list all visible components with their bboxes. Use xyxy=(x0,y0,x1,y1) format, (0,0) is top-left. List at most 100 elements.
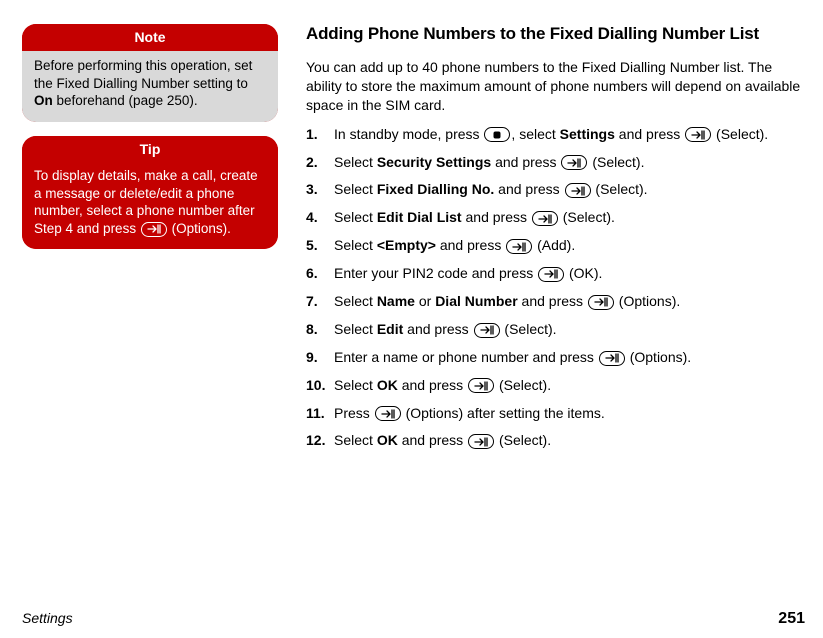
step-text: Select xyxy=(334,154,377,170)
step-bold: Fixed Dialling No. xyxy=(377,181,494,197)
step-item: 8. Select Edit and press (Select). xyxy=(306,320,807,339)
step-item: 5. Select <Empty> and press (Add). xyxy=(306,236,807,255)
softkey-icon xyxy=(588,295,614,310)
step-text: Select xyxy=(334,321,377,337)
page-footer: Settings 251 xyxy=(22,610,805,628)
step-text: and press xyxy=(398,432,467,448)
step-item: 11. Press (Options) after setting the ite… xyxy=(306,404,807,423)
softkey-icon xyxy=(375,406,401,421)
step-text: Select xyxy=(334,181,377,197)
step-number: 5. xyxy=(306,236,318,255)
step-number: 1. xyxy=(306,125,318,144)
note-callout: Note Before performing this operation, s… xyxy=(22,24,278,122)
step-number: 4. xyxy=(306,208,318,227)
step-item: 12. Select OK and press (Select). xyxy=(306,431,807,450)
softkey-icon xyxy=(506,239,532,254)
step-item: 2. Select Security Settings and press (Se… xyxy=(306,153,807,172)
step-bold: Security Settings xyxy=(377,154,491,170)
center-key-icon xyxy=(484,127,510,142)
softkey-icon xyxy=(141,222,167,237)
step-text: and press xyxy=(398,377,467,393)
softkey-icon xyxy=(561,155,587,170)
step-item: 7.Select Name or Dial Number and press (… xyxy=(306,292,807,311)
step-bold: Edit xyxy=(377,321,403,337)
step-text: Select xyxy=(334,432,377,448)
softkey-icon xyxy=(468,378,494,393)
step-number: 10. xyxy=(306,376,325,395)
note-text-pre: Before performing this operation, set th… xyxy=(34,58,252,91)
page-content: Note Before performing this operation, s… xyxy=(0,0,823,459)
step-text: (Options). xyxy=(615,293,680,309)
step-text: and press xyxy=(491,154,560,170)
step-text: (Select). xyxy=(712,126,768,142)
step-item: 1. In standby mode, press , select Settin… xyxy=(306,125,807,144)
softkey-icon xyxy=(599,351,625,366)
step-item: 9. Enter a name or phone number and press… xyxy=(306,348,807,367)
step-text: In standby mode, press xyxy=(334,126,483,142)
softkey-icon xyxy=(474,323,500,338)
step-bold: Name xyxy=(377,293,415,309)
step-text: (Select). xyxy=(495,432,551,448)
step-text: (Options) after setting the items. xyxy=(402,405,605,421)
step-bold: Dial Number xyxy=(435,293,517,309)
tip-title: Tip xyxy=(22,136,278,163)
softkey-icon xyxy=(565,183,591,198)
page-heading: Adding Phone Numbers to the Fixed Dialli… xyxy=(306,24,807,44)
step-text: (Select). xyxy=(588,154,644,170)
step-text: (Select). xyxy=(559,209,615,225)
step-number: 9. xyxy=(306,348,318,367)
step-text: Press xyxy=(334,405,374,421)
step-text: and press xyxy=(403,321,472,337)
step-number: 7. xyxy=(306,292,318,311)
step-bold: OK xyxy=(377,377,398,393)
step-text: Enter a name or phone number and press xyxy=(334,349,598,365)
step-text: (Options). xyxy=(626,349,691,365)
step-bold: Settings xyxy=(560,126,615,142)
softkey-icon xyxy=(685,127,711,142)
note-text-post: beforehand (page 250). xyxy=(53,93,198,108)
step-text: and press xyxy=(462,209,531,225)
step-text: Select xyxy=(334,209,377,225)
footer-page-number: 251 xyxy=(778,610,805,628)
step-number: 6. xyxy=(306,264,318,283)
step-text: Enter your PIN2 code and press xyxy=(334,265,537,281)
softkey-icon xyxy=(468,434,494,449)
note-title: Note xyxy=(22,24,278,51)
step-text: and press xyxy=(518,293,587,309)
steps-list: 1. In standby mode, press , select Settin… xyxy=(306,125,807,451)
step-item: 4. Select Edit Dial List and press (Selec… xyxy=(306,208,807,227)
step-text: Select xyxy=(334,377,377,393)
step-text: and press xyxy=(615,126,684,142)
step-number: 8. xyxy=(306,320,318,339)
step-number: 11. xyxy=(306,404,325,423)
step-number: 2. xyxy=(306,153,318,172)
step-text: Select xyxy=(334,237,377,253)
tip-callout: Tip To display details, make a call, cre… xyxy=(22,136,278,249)
footer-section: Settings xyxy=(22,610,73,626)
step-bold: OK xyxy=(377,432,398,448)
intro-paragraph: You can add up to 40 phone numbers to th… xyxy=(306,58,807,115)
note-body: Before performing this operation, set th… xyxy=(22,51,278,122)
step-number: 3. xyxy=(306,180,318,199)
softkey-icon xyxy=(538,267,564,282)
step-text: (Select). xyxy=(495,377,551,393)
step-text: (Add). xyxy=(533,237,575,253)
step-item: 3. Select Fixed Dialling No. and press (S… xyxy=(306,180,807,199)
step-text: (Select). xyxy=(592,181,648,197)
step-bold: <Empty> xyxy=(377,237,436,253)
step-item: 10. Select OK and press (Select). xyxy=(306,376,807,395)
step-text: Select xyxy=(334,293,377,309)
step-text: (Select). xyxy=(501,321,557,337)
step-item: 6. Enter your PIN2 code and press (OK). xyxy=(306,264,807,283)
step-text: , select xyxy=(511,126,559,142)
main-content: Adding Phone Numbers to the Fixed Dialli… xyxy=(306,24,813,459)
tip-body: To display details, make a call, create … xyxy=(22,163,278,249)
sidebar: Note Before performing this operation, s… xyxy=(22,24,278,459)
step-text: and press xyxy=(494,181,563,197)
softkey-icon xyxy=(532,211,558,226)
step-text: (OK). xyxy=(565,265,602,281)
step-bold: Edit Dial List xyxy=(377,209,462,225)
step-text: and press xyxy=(436,237,505,253)
tip-text-post: (Options). xyxy=(168,221,231,236)
step-number: 12. xyxy=(306,431,325,450)
